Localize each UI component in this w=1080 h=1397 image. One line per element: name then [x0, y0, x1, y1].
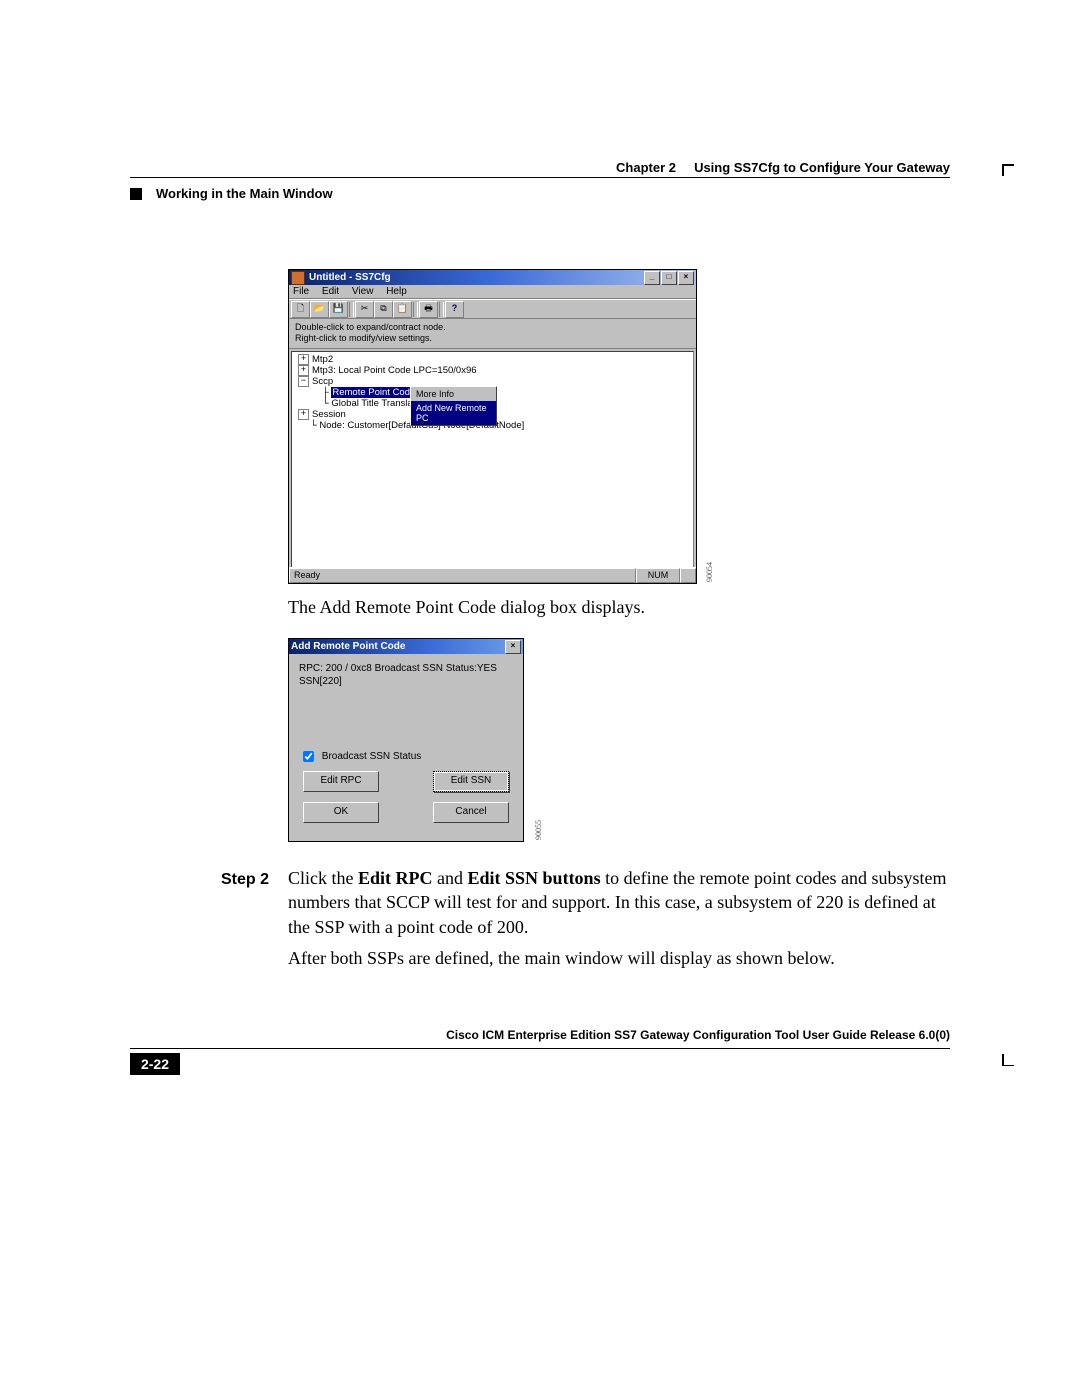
chapter-label: Chapter 2 [616, 160, 676, 175]
minimize-button[interactable]: _ [644, 271, 660, 285]
tree-node-selected[interactable]: Remote Point Codes [331, 387, 421, 398]
menu-edit[interactable]: Edit [322, 286, 339, 297]
paste-icon[interactable]: 📋 [393, 301, 412, 318]
menu-file[interactable]: File [293, 286, 309, 297]
page-header: Chapter 2 Using SS7Cfg to Configure Your… [130, 160, 950, 178]
maximize-button[interactable]: □ [661, 271, 677, 285]
figure-id: 90054 [705, 562, 714, 582]
toolbar: 🗋 📂 💾 ✂ ⧉ 📋 🖶 ? [289, 299, 696, 319]
dialog-title: Add Remote Point Code [291, 641, 405, 652]
save-icon[interactable]: 💾 [329, 301, 348, 318]
dialog-titlebar[interactable]: Add Remote Point Code × [289, 639, 523, 654]
dialog-info-2: SSN[220] [299, 675, 513, 688]
new-icon[interactable]: 🗋 [291, 301, 310, 318]
collapse-icon[interactable]: − [298, 376, 309, 387]
menu-bar[interactable]: File Edit View Help [289, 285, 696, 299]
window-title: Untitled - SS7Cfg [309, 272, 391, 283]
tree-node[interactable]: Mtp3: Local Point Code LPC=150/0x96 [312, 365, 477, 376]
broadcast-checkbox-row[interactable]: Broadcast SSN Status [299, 748, 513, 765]
close-button[interactable]: × [678, 271, 694, 285]
broadcast-label: Broadcast SSN Status [322, 751, 422, 762]
expand-icon[interactable]: + [298, 354, 309, 365]
status-num: NUM [636, 568, 680, 583]
menu-help[interactable]: Help [386, 286, 407, 297]
page-number: 2-22 [130, 1053, 180, 1075]
context-menu-item[interactable]: More Info [411, 387, 496, 401]
step-paragraph-1: Click the Edit RPC and Edit SSN buttons … [288, 866, 950, 939]
open-icon[interactable]: 📂 [310, 301, 329, 318]
status-ready: Ready [289, 568, 636, 583]
section-heading: Working in the Main Window [156, 186, 333, 201]
figure-id: 90055 [534, 820, 543, 840]
print-icon[interactable]: 🖶 [419, 301, 438, 318]
caption: The Add Remote Point Code dialog box dis… [288, 595, 645, 619]
edit-ssn-button[interactable]: Edit SSN [433, 771, 509, 792]
app-icon [291, 271, 305, 285]
section-bullet-icon [130, 188, 142, 200]
book-title: Cisco ICM Enterprise Edition SS7 Gateway… [130, 1028, 950, 1049]
ss7cfg-main-window: Untitled - SS7Cfg _ □ × File Edit View H… [288, 269, 697, 584]
expand-icon[interactable]: + [298, 365, 309, 376]
edit-rpc-button[interactable]: Edit RPC [303, 771, 379, 792]
hint-line-2: Right-click to modify/view settings. [295, 333, 690, 344]
step-label: Step 2 [221, 871, 269, 888]
resize-grip-icon[interactable] [680, 568, 696, 583]
chapter-title: Using SS7Cfg to Configure Your Gateway [694, 160, 950, 175]
status-bar: Ready NUM [289, 567, 696, 583]
tree-node[interactable]: Session [312, 409, 346, 420]
help-icon[interactable]: ? [445, 301, 464, 318]
config-tree[interactable]: +Mtp2 +Mtp3: Local Point Code LPC=150/0x… [291, 351, 694, 569]
dialog-info-1: RPC: 200 / 0xc8 Broadcast SSN Status:YES [299, 662, 513, 675]
menu-view[interactable]: View [352, 286, 374, 297]
broadcast-checkbox[interactable] [303, 751, 314, 762]
tree-node[interactable]: Mtp2 [312, 354, 333, 365]
cut-icon[interactable]: ✂ [355, 301, 374, 318]
expand-icon[interactable]: + [298, 409, 309, 420]
copy-icon[interactable]: ⧉ [374, 301, 393, 318]
ok-button[interactable]: OK [303, 802, 379, 823]
step-paragraph-2: After both SSPs are defined, the main wi… [288, 946, 950, 970]
context-menu[interactable]: More Info Add New Remote PC [410, 386, 497, 426]
add-remote-pc-dialog: Add Remote Point Code × RPC: 200 / 0xc8 … [288, 638, 524, 842]
hint-line-1: Double-click to expand/contract node. [295, 322, 690, 333]
cancel-button[interactable]: Cancel [433, 802, 509, 823]
window-titlebar[interactable]: Untitled - SS7Cfg _ □ × [289, 270, 696, 285]
context-menu-item-highlighted[interactable]: Add New Remote PC [411, 401, 496, 425]
tree-node[interactable]: Sccp [312, 376, 333, 387]
hint-panel: Double-click to expand/contract node. Ri… [289, 319, 696, 349]
close-button[interactable]: × [505, 640, 521, 654]
